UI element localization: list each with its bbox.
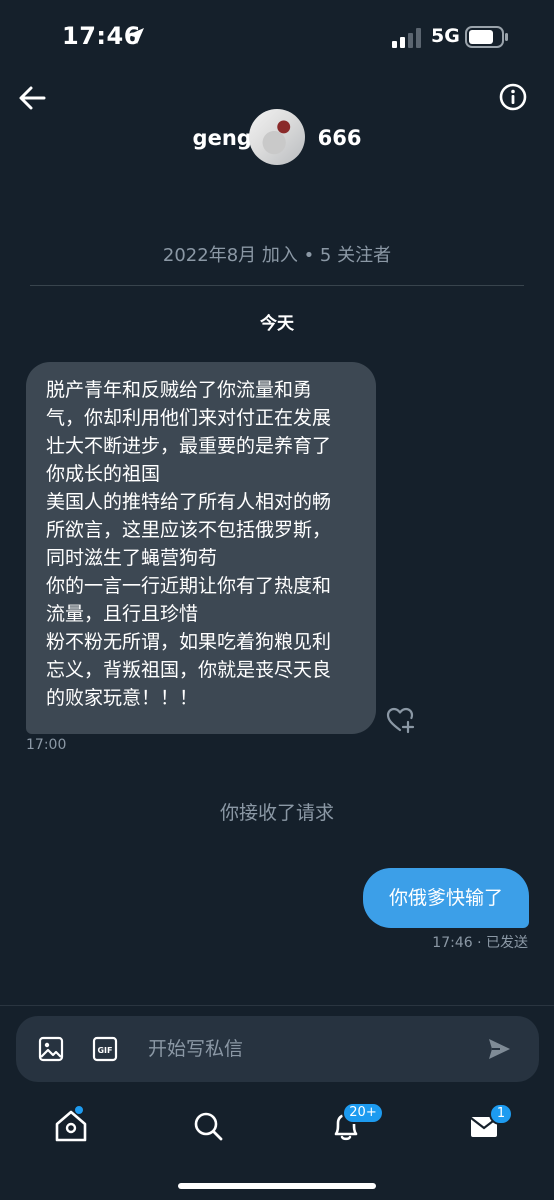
notifications-badge: 20+ [342,1102,384,1124]
incoming-message-time: 17:00 [26,737,67,753]
message-line: 脱产青年和反贼给了你流量和勇 [46,379,313,401]
send-icon[interactable] [486,1036,512,1062]
message-line: 你成长的祖国 [46,463,161,485]
divider [30,285,524,286]
outgoing-message-status: 17:46 · 已发送 [432,935,528,951]
message-line: 气，你却利用他们来对付正在发展 [46,407,332,429]
message-line: 你的一言一行近期让你有了热度和 [46,575,332,597]
home-icon[interactable] [49,1104,93,1148]
home-indicator [178,1183,376,1189]
back-arrow-icon[interactable] [14,80,50,116]
incoming-message-bubble[interactable]: 脱产青年和反贼给了你流量和勇 气，你却利用他们来对付正在发展 壮大不断进步，最重… [26,362,376,734]
location-arrow-icon [128,28,144,44]
image-icon[interactable] [38,1036,64,1062]
message-input[interactable] [148,1032,468,1066]
request-accepted-note: 你接收了请求 [219,802,334,824]
date-separator: 今天 [260,314,294,334]
message-line: 流量，且行且珍惜 [46,603,199,625]
message-line: 的败家玩意！！！ [46,687,199,709]
heart-plus-icon[interactable] [386,706,416,734]
message-line: 壮大不断进步，最重要的是养育了 [46,435,332,457]
outgoing-message-bubble[interactable]: 你俄爹快输了 [363,868,529,928]
message-line: 所欲言，这里应该不包括俄罗斯， [46,519,332,541]
svg-text:GIF: GIF [97,1046,112,1055]
profile-meta: 2022年8月 加入 • 5 关注者 [162,245,392,266]
search-icon[interactable] [186,1104,230,1148]
info-circle-icon[interactable] [496,80,530,114]
messages-badge: 1 [489,1103,513,1125]
message-line: 忘义，背叛祖国，你就是丧尽天良 [46,659,332,681]
message-line: 美国人的推特给了所有人相对的畅 [46,491,332,513]
battery-icon [465,26,508,48]
cellular-signal-icon [392,28,421,48]
network-type: 5G [431,25,460,47]
composer-divider [0,1005,554,1006]
status-bar: 17:46 5G [0,0,554,76]
dm-conversation-screen: 17:46 5G geng 666 2022年8月 加入 • 5 关注者 今天 [0,0,554,1200]
gif-icon[interactable]: GIF [92,1036,118,1062]
message-line: 粉不粉无所谓，如果吃着狗粮见利 [46,631,332,653]
avatar[interactable] [249,109,305,165]
message-line: 同时滋生了蝇营狗苟 [46,547,218,569]
home-unread-dot [74,1105,84,1115]
message-composer: GIF [16,1016,539,1082]
